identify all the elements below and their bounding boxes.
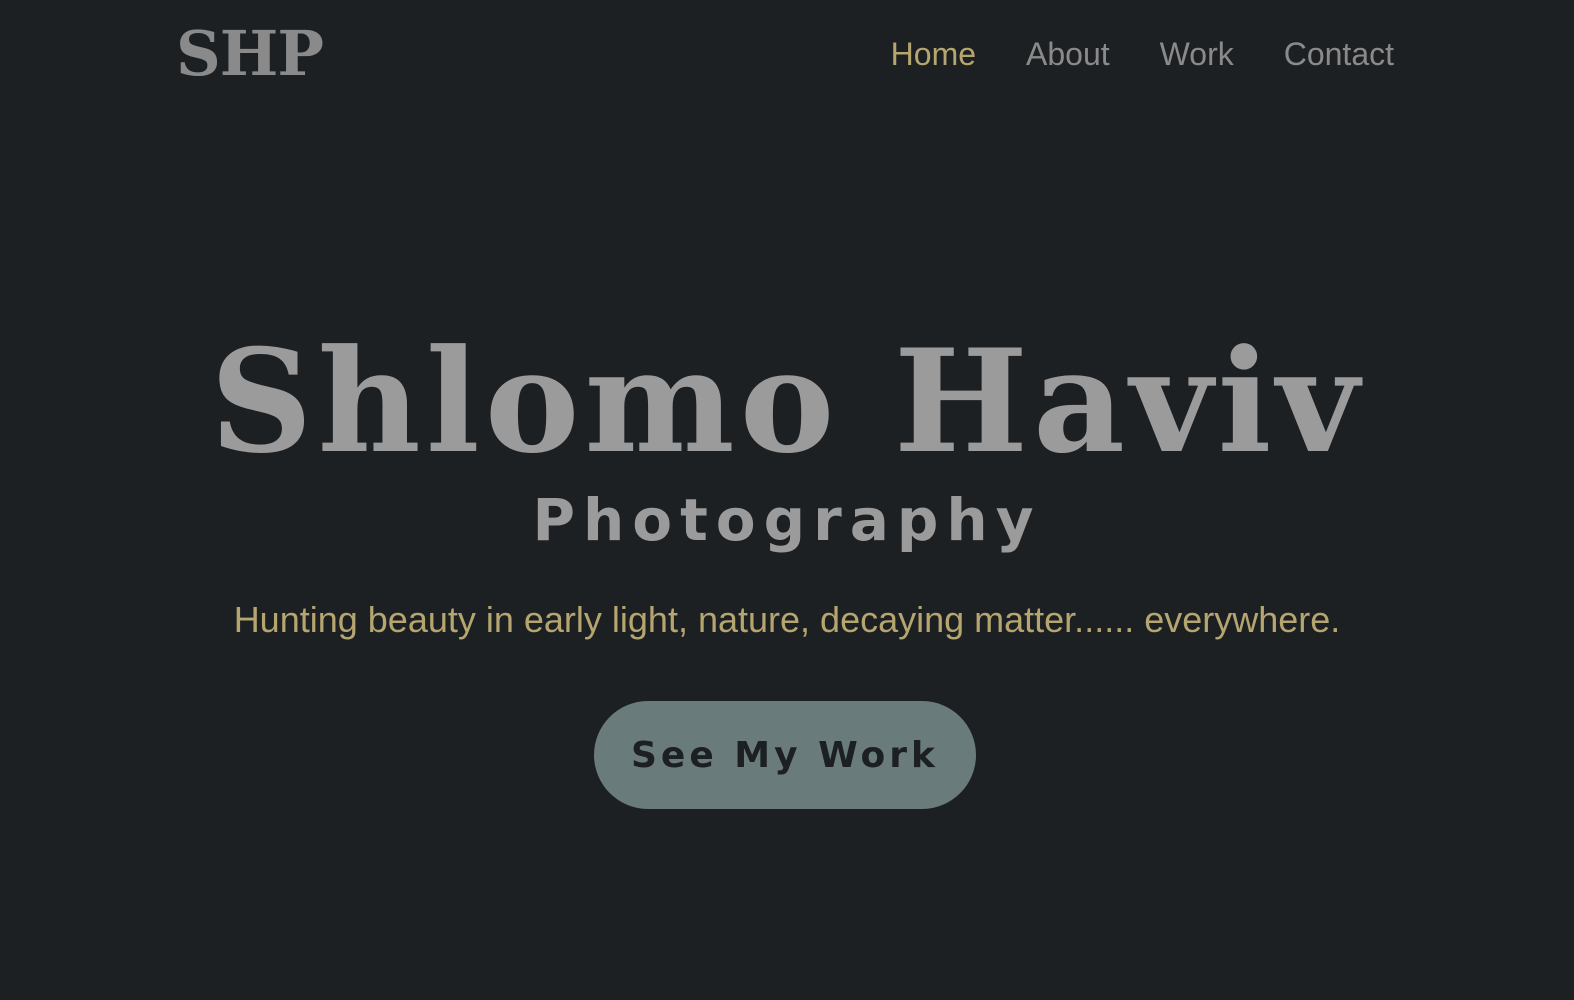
see-my-work-button[interactable]: See My Work: [594, 701, 976, 809]
hero-title: Shlomo Haviv: [210, 319, 1364, 485]
nav-link-about[interactable]: About: [1026, 32, 1110, 76]
nav-link-contact[interactable]: Contact: [1284, 32, 1394, 76]
main-nav: Home About Work Contact: [891, 32, 1394, 76]
nav-link-home[interactable]: Home: [891, 32, 976, 76]
nav-link-work[interactable]: Work: [1160, 32, 1234, 76]
hero-subtitle: Photography: [532, 486, 1042, 554]
page: SHP Home About Work Contact Shlomo Haviv…: [0, 0, 1574, 1000]
site-logo[interactable]: SHP: [176, 16, 324, 92]
hero-tagline: Hunting beauty in early light, nature, d…: [233, 599, 1341, 640]
